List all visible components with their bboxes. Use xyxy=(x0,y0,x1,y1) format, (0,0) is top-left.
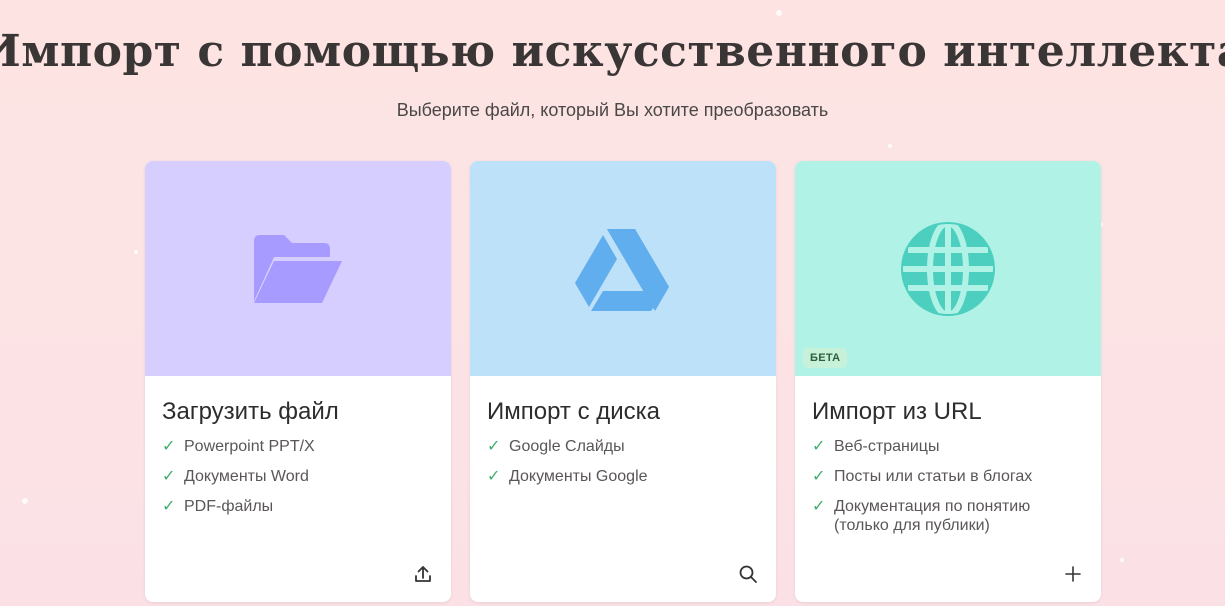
decor-dot xyxy=(134,250,138,254)
check-icon: ✓ xyxy=(812,498,826,515)
add-url-button[interactable] xyxy=(1061,562,1085,586)
google-drive-icon xyxy=(575,228,669,311)
decor-dot xyxy=(776,10,782,16)
decor-dot xyxy=(22,498,28,504)
card-title: Импорт из URL xyxy=(812,398,982,425)
import-from-url-card[interactable]: БЕТА Импорт из URL ✓ Веб-страницы ✓ Посты … xyxy=(795,161,1101,602)
page-header: Импорт с помощью искусственного интеллек… xyxy=(0,18,1225,84)
plus-icon xyxy=(1065,566,1081,582)
check-icon: ✓ xyxy=(162,498,176,515)
search-button[interactable] xyxy=(736,562,760,586)
card-title: Загрузить файл xyxy=(162,398,339,425)
feature-item: ✓ PDF-файлы xyxy=(162,498,274,515)
card-illustration xyxy=(470,161,776,376)
import-options: Загрузить файл ✓ Powerpoint PPT/X ✓ Докуме… xyxy=(145,161,1101,602)
feature-item: ✓ Google Слайды xyxy=(487,438,625,455)
beta-badge: БЕТА xyxy=(803,348,848,368)
feature-item: ✓ Powerpoint PPT/X xyxy=(162,438,315,455)
card-title: Импорт с диска xyxy=(487,398,661,425)
check-icon: ✓ xyxy=(812,438,826,455)
upload-button[interactable] xyxy=(411,562,435,586)
feature-item: ✓ Документы Google xyxy=(487,468,648,485)
check-icon: ✓ xyxy=(162,468,176,485)
decor-dot xyxy=(888,144,892,148)
check-icon: ✓ xyxy=(487,468,501,485)
card-illustration xyxy=(145,161,451,376)
upload-file-card[interactable]: Загрузить файл ✓ Powerpoint PPT/X ✓ Докуме… xyxy=(145,161,451,602)
feature-item: ✓ Документы Word xyxy=(162,468,309,485)
page-subtitle: Выберите файл, который Вы хотите преобра… xyxy=(396,100,829,120)
feature-item: ✓ Документация по понятию (только для пуб… xyxy=(812,498,1031,534)
card-illustration: БЕТА xyxy=(795,161,1101,376)
feature-item: ✓ Посты или статьи в блогах xyxy=(812,468,1033,485)
search-icon xyxy=(739,565,757,583)
feature-item: ✓ Веб-страницы xyxy=(812,438,940,455)
decor-dot xyxy=(1120,558,1124,562)
check-icon: ✓ xyxy=(812,468,826,485)
globe-icon xyxy=(901,219,995,318)
check-icon: ✓ xyxy=(487,438,501,455)
check-icon: ✓ xyxy=(162,438,176,455)
import-from-drive-card[interactable]: Импорт с диска ✓ Google Слайды ✓ Документы… xyxy=(470,161,776,602)
upload-icon xyxy=(415,566,431,582)
folder-icon xyxy=(254,234,342,303)
page-title: Импорт с помощью искусственного интеллек… xyxy=(0,25,1225,77)
